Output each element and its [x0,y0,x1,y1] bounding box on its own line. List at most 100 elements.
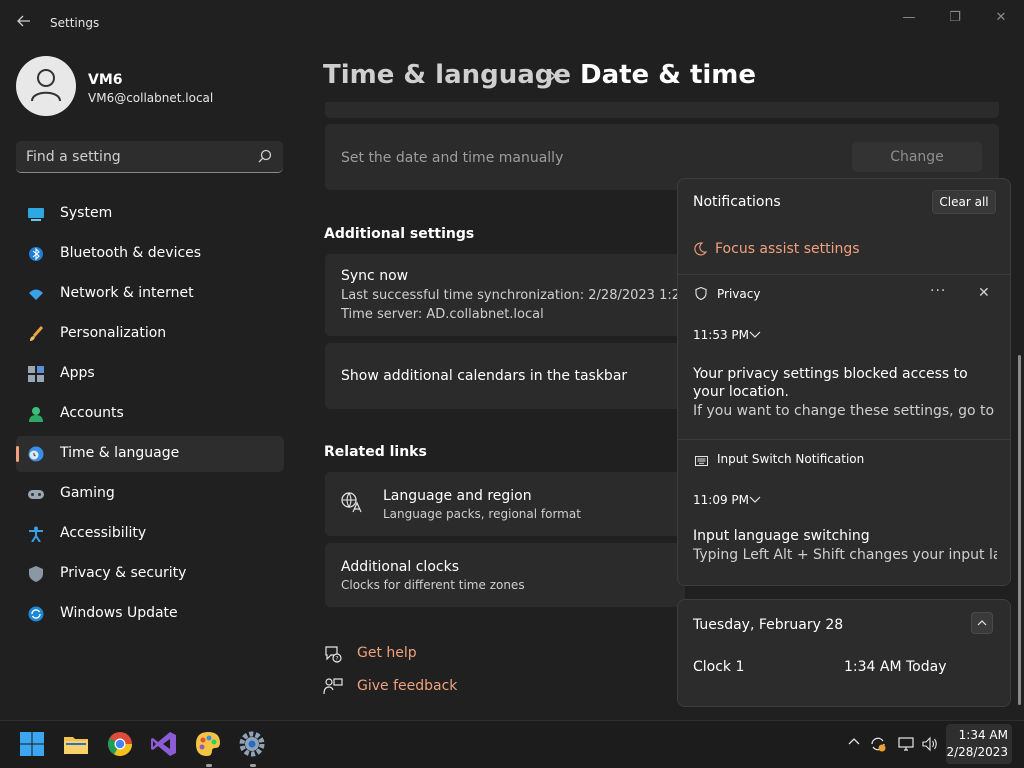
accessibility-icon [28,526,44,543]
notification-body: Typing Left Alt + Shift changes your inp… [693,547,997,563]
give-feedback-link[interactable]: Give feedback [357,678,457,694]
shield-icon [28,566,44,582]
clear-all-button[interactable]: Clear all [932,190,996,214]
calendar-date: Tuesday, February 28 [693,617,844,633]
page-title: Date & time [580,60,757,90]
sync-title: Sync now [341,268,409,284]
additional-clocks-title: Additional clocks [341,559,459,575]
sync-card: Sync now Last successful time synchroniz… [325,254,709,336]
network-status-icon[interactable] [896,735,916,755]
taskbar: 1:34 AM 2/28/2023 [0,720,1024,768]
notification-headline: Input language switching [693,528,870,544]
help-icon: ? [323,644,343,668]
sidebar-item-label: Time & language [60,445,180,461]
chevron-up-icon[interactable] [844,735,864,755]
apps-icon [28,366,44,382]
sidebar-item-privacy[interactable]: Privacy & security [16,556,284,592]
chrome-icon[interactable] [106,730,136,760]
collapse-calendar-button[interactable] [971,612,993,634]
chevron-down-icon[interactable] [749,493,761,509]
language-region-link[interactable]: Language and region Language packs, regi… [325,472,685,536]
notification-app-name: Input Switch Notification [717,452,865,466]
language-region-icon [341,492,363,518]
file-explorer-icon[interactable] [62,730,92,760]
notification-privacy[interactable]: Privacy ··· ✕ 11:53 PM Your privacy sett… [678,275,1010,438]
sidebar-item-apps[interactable]: Apps [16,356,284,392]
sidebar-item-label: Windows Update [60,605,178,621]
sidebar-item-label: Gaming [60,485,115,501]
calendar-flyout: Tuesday, February 28 Clock 1 1:34 AM Tod… [677,599,1011,707]
taskbar-clock[interactable]: 1:34 AM 2/28/2023 [946,724,1012,764]
notifications-title: Notifications [693,194,781,210]
notification-center: Notifications Clear all Focus assist set… [677,178,1011,586]
paint-icon[interactable] [194,730,224,760]
user-name: VM6 [88,72,123,88]
visual-studio-icon[interactable] [150,730,180,760]
active-indicator [16,446,19,462]
search-icon[interactable] [257,148,273,168]
user-email: VM6@collabnet.local [88,91,214,105]
last-sync-text: Last successful time synchronization: 2/… [341,288,710,303]
chevron-down-icon[interactable] [749,328,761,344]
sidebar-item-system[interactable]: System [16,196,284,232]
feedback-icon [323,677,343,701]
dismiss-notification-icon[interactable]: ✕ [978,285,990,301]
shield-icon [695,286,707,304]
moon-icon [693,242,708,260]
bluetooth-icon [28,246,44,262]
sidebar-item-windows-update[interactable]: Windows Update [16,596,284,632]
chevron-right-icon: › [548,61,558,89]
sidebar-item-label: Apps [60,365,95,381]
sidebar-item-label: System [60,205,113,221]
sidebar-item-time-language[interactable]: Time & language [16,436,284,472]
settings-icon[interactable] [238,730,268,760]
additional-settings-heading: Additional settings [324,226,475,242]
close-button[interactable]: ✕ [989,8,1013,28]
sidebar-item-gaming[interactable]: Gaming [16,476,284,512]
start-icon[interactable] [18,730,48,760]
minimize-button[interactable]: — [897,8,921,28]
maximize-button[interactable]: ❐ [943,8,967,28]
sidebar-item-bluetooth[interactable]: Bluetooth & devices [16,236,284,272]
sidebar-item-accounts[interactable]: Accounts [16,396,284,432]
additional-clocks-subtitle: Clocks for different time zones [341,578,525,592]
system-icon [28,206,44,222]
brush-icon [28,326,44,342]
get-help-link[interactable]: Get help [357,645,417,661]
network-icon [28,286,44,302]
back-arrow-icon[interactable] [12,12,36,36]
language-region-title: Language and region [383,488,532,504]
previous-card-edge [325,102,999,118]
notification-body: If you want to change these settings, go… [693,403,997,419]
additional-clocks-link[interactable]: Additional clocks Clocks for different t… [325,543,685,607]
clock-value: 1:34 AM Today [844,659,947,675]
volume-icon[interactable] [920,735,940,755]
calendars-label: Show additional calendars in the taskbar [341,368,628,384]
related-links-heading: Related links [324,444,427,460]
search-input[interactable]: Find a setting [16,141,283,173]
running-indicator [206,764,212,767]
sidebar-item-accessibility[interactable]: Accessibility [16,516,284,552]
taskbar-date: 2/28/2023 [946,745,1008,759]
time-server-text: Time server: AD.collabnet.local [341,307,544,322]
focus-assist-link[interactable]: Focus assist settings [715,241,860,257]
notification-time: 11:53 PM [693,328,749,342]
sidebar-item-network[interactable]: Network & internet [16,276,284,312]
breadcrumb-parent[interactable]: Time & language [323,60,571,90]
taskbar-time: 1:34 AM [958,728,1008,742]
svg-text:?: ? [335,655,338,662]
calendars-card[interactable]: Show additional calendars in the taskbar [325,343,685,409]
notification-time: 11:09 PM [693,493,749,507]
sidebar-item-label: Personalization [60,325,167,341]
change-button[interactable]: Change [852,142,982,172]
keyboard-icon [695,454,708,470]
more-options-icon[interactable]: ··· [930,283,946,299]
manual-time-label: Set the date and time manually [341,150,564,166]
sidebar-item-label: Privacy & security [60,565,187,581]
language-region-subtitle: Language packs, regional format [383,507,581,521]
sidebar-item-personalization[interactable]: Personalization [16,316,284,352]
scrollbar[interactable] [1018,355,1021,705]
sync-status-icon[interactable] [868,735,888,755]
avatar[interactable] [16,56,76,116]
notification-input-switch[interactable]: Input Switch Notification 11:09 PM Input… [678,440,1010,580]
